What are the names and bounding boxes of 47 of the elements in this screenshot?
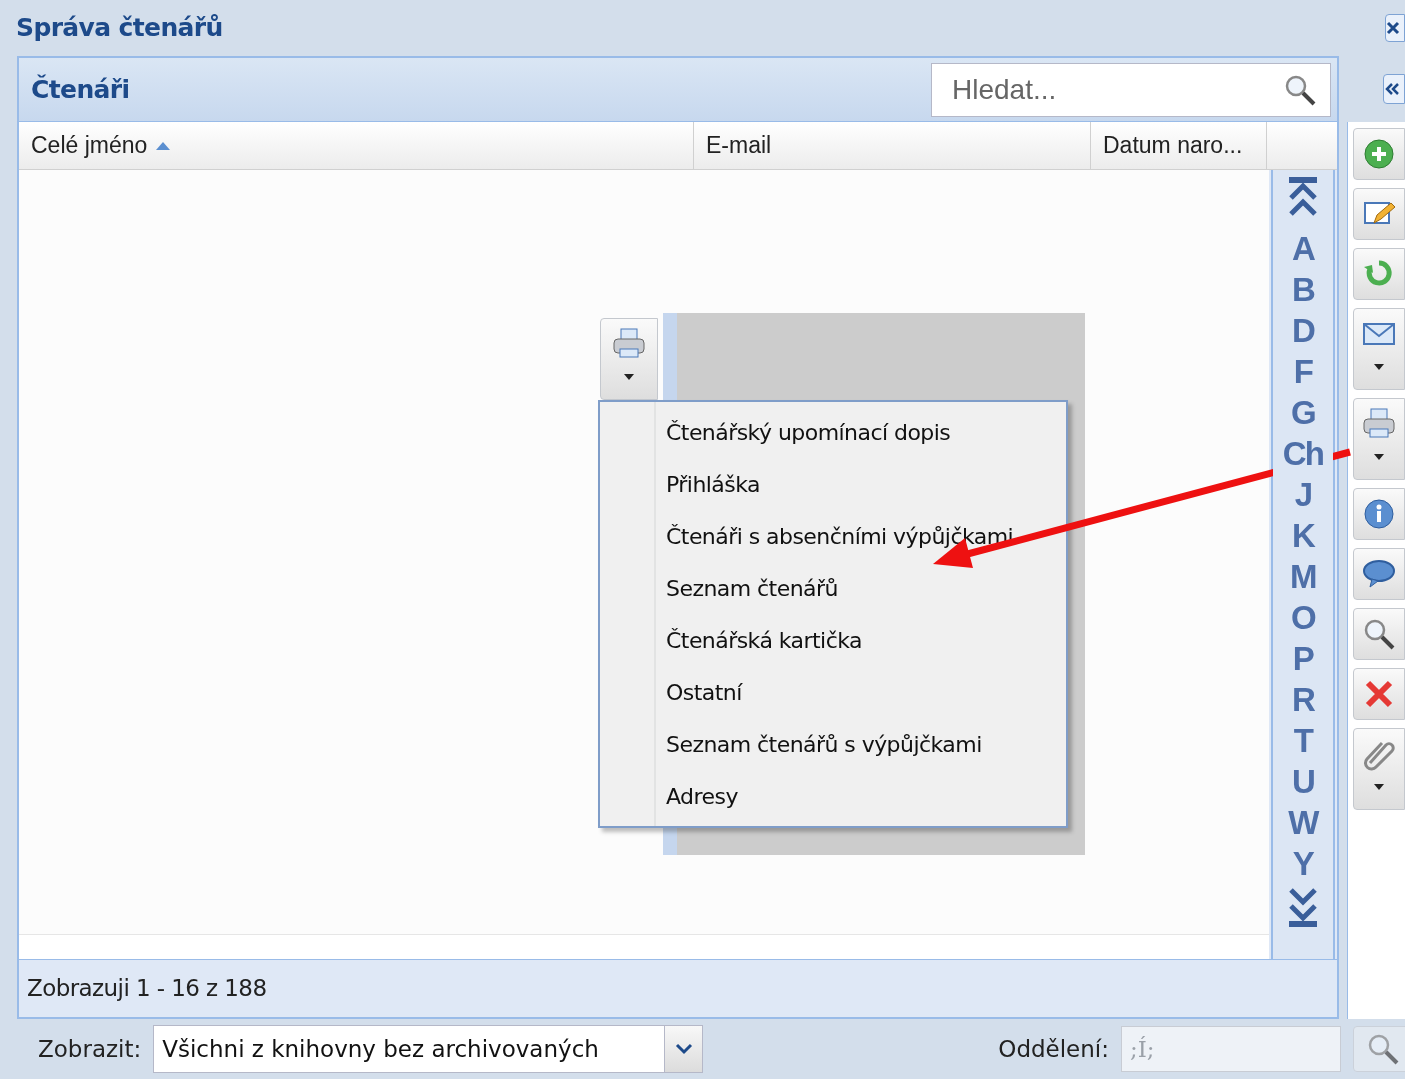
menu-item[interactable]: Adresy xyxy=(666,770,1066,822)
mail-button[interactable] xyxy=(1353,308,1405,390)
filter-dropdown[interactable]: Všichni z knihovny bez archivovaných xyxy=(153,1025,704,1073)
caret-icon xyxy=(1373,363,1385,371)
column-header[interactable]: E-mail xyxy=(694,122,1091,169)
refresh-button[interactable] xyxy=(1353,248,1405,300)
printer-icon xyxy=(1362,407,1396,441)
caret-icon xyxy=(1373,783,1385,791)
close-icon xyxy=(1386,21,1400,35)
menu-item[interactable]: Přihláška xyxy=(666,458,1066,510)
print-button[interactable] xyxy=(600,318,658,400)
window-title: Správa čtenářů xyxy=(16,12,223,45)
comment-button[interactable] xyxy=(1353,548,1405,600)
attach-button[interactable] xyxy=(1353,728,1405,810)
search-icon xyxy=(1366,1032,1400,1066)
print-button[interactable] xyxy=(1353,398,1405,480)
speech-bubble-icon xyxy=(1362,557,1396,591)
info-button[interactable] xyxy=(1353,488,1405,540)
search-button[interactable] xyxy=(1353,1026,1405,1072)
column-header[interactable]: Datum naro... xyxy=(1091,122,1267,169)
edit-button[interactable] xyxy=(1353,188,1405,240)
delete-button[interactable] xyxy=(1353,668,1405,720)
printer-icon xyxy=(612,327,646,361)
add-button[interactable] xyxy=(1353,128,1405,180)
chevron-down-icon xyxy=(674,1043,693,1055)
plus-icon xyxy=(1362,137,1396,171)
info-icon xyxy=(1362,497,1396,531)
panel-title: Čtenáři xyxy=(31,73,130,106)
menu-item[interactable]: Seznam čtenářů s výpůjčkami xyxy=(666,718,1066,770)
status-text: Zobrazuji 1 - 16 z 188 xyxy=(27,974,267,1004)
search-field[interactable]: Hledat... xyxy=(931,62,1331,117)
menu-item[interactable]: Čtenářská kartička xyxy=(666,614,1066,666)
menu-item[interactable]: Čtenáři s absenčními výpůjčkami xyxy=(666,510,1066,562)
close-button[interactable] xyxy=(1385,14,1405,42)
menu-item[interactable]: Čtenářský upomínací dopis xyxy=(666,406,1066,458)
department-label: Oddělení: xyxy=(998,1034,1109,1064)
menu-item[interactable]: Seznam čtenářů xyxy=(666,562,1066,614)
caret-icon xyxy=(1373,453,1385,461)
collapse-button[interactable] xyxy=(1383,74,1405,104)
double-chevron-left-icon xyxy=(1384,82,1400,96)
filter-label: Zobrazit: xyxy=(38,1034,142,1064)
caret-icon xyxy=(623,373,635,381)
sort-ascending-icon xyxy=(155,140,172,151)
menu-item[interactable]: Ostatní xyxy=(666,666,1066,718)
search-button[interactable] xyxy=(1353,608,1405,660)
column-header[interactable]: Celé jméno xyxy=(19,122,694,169)
search-icon xyxy=(1362,617,1396,651)
